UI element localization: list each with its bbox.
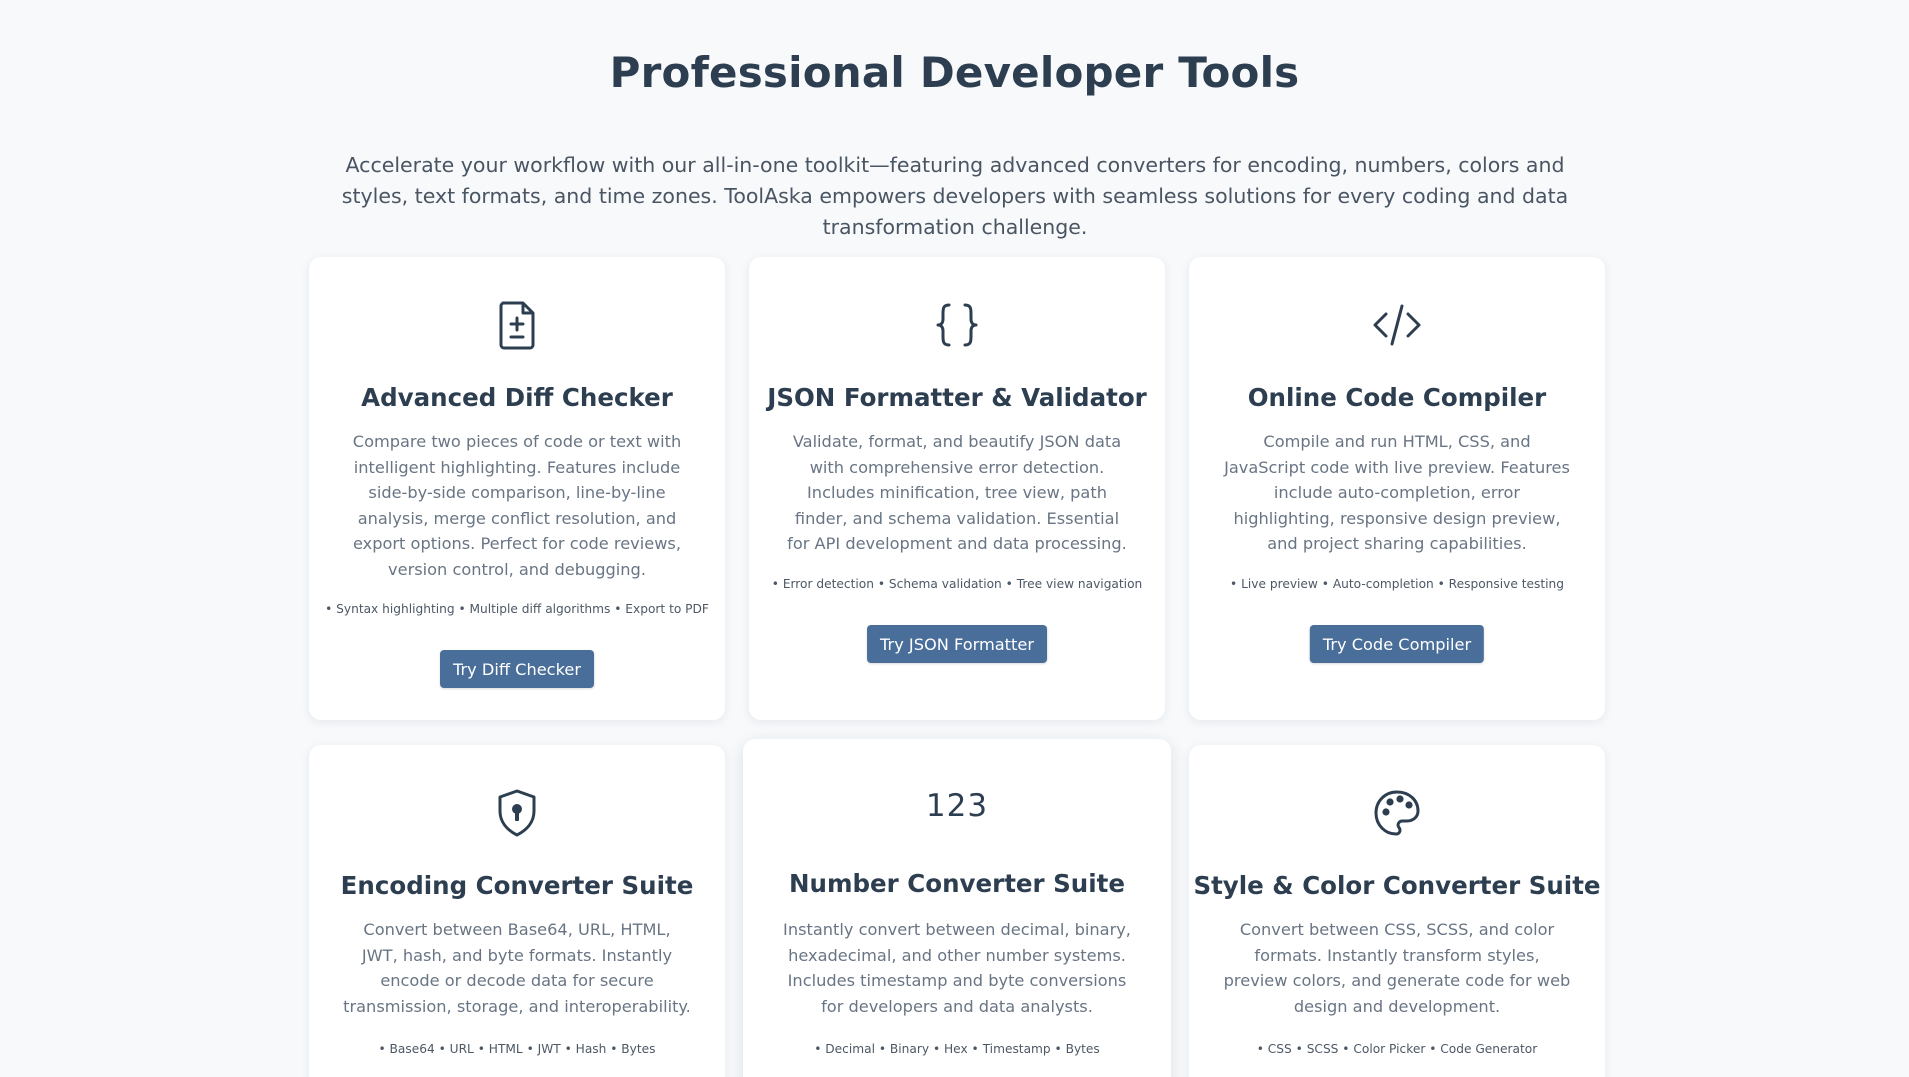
card-features: • Base64 • URL • HTML • JWT • Hash • Byt…: [378, 1042, 656, 1056]
card-description: Instantly convert between decimal, binar…: [783, 920, 1131, 1016]
card-features: • Live preview • Auto-completion • Respo…: [1230, 577, 1564, 591]
page-intro: Accelerate your workflow with our all-in…: [341, 153, 1569, 239]
card-description: Compare two pieces of code or text with …: [352, 432, 682, 579]
card-description: Convert between CSS, SCSS, and color for…: [1223, 920, 1571, 1016]
shield-keyhole-icon: [309, 786, 725, 840]
code-icon: [1189, 298, 1605, 352]
try-code-compiler-button[interactable]: Try Code Compiler: [1309, 625, 1485, 663]
card-title: Advanced Diff Checker: [361, 383, 673, 412]
file-diff-icon: [309, 298, 725, 352]
card-description: Convert between Base64, URL, HTML, JWT, …: [343, 920, 691, 1016]
card-style-color-converter: Style & Color Converter Suite Convert be…: [1189, 745, 1605, 1077]
card-code-compiler: Online Code Compiler Compile and run HTM…: [1189, 257, 1605, 720]
braces-icon: [749, 298, 1165, 352]
palette-icon: [1189, 786, 1605, 840]
card-title: Online Code Compiler: [1247, 383, 1547, 412]
page: Professional Developer Tools Accelerate …: [0, 0, 1909, 1077]
card-title: JSON Formatter & Validator: [767, 383, 1147, 412]
try-diff-checker-button[interactable]: Try Diff Checker: [440, 650, 594, 688]
card-features: • Decimal • Binary • Hex • Timestamp • B…: [814, 1042, 1100, 1056]
card-title: Style & Color Converter Suite: [1193, 871, 1601, 900]
page-title: Professional Developer Tools: [609, 48, 1300, 97]
card-diff-checker: Advanced Diff Checker Compare two pieces…: [309, 257, 725, 720]
card-features: • CSS • SCSS • Color Picker • Code Gener…: [1256, 1042, 1538, 1056]
card-description: Compile and run HTML, CSS, and JavaScrip…: [1224, 432, 1570, 554]
card-json-formatter: JSON Formatter & Validator Validate, for…: [749, 257, 1165, 720]
card-title: Number Converter Suite: [789, 869, 1125, 898]
card-encoding-converter: Encoding Converter Suite Convert between…: [309, 745, 725, 1077]
card-features: • Syntax highlighting • Multiple diff al…: [325, 602, 709, 616]
number-icon-text: 123: [925, 788, 989, 824]
card-description: Validate, format, and beautify JSON data…: [787, 432, 1127, 554]
card-title: Encoding Converter Suite: [340, 871, 694, 900]
number-icon: 123: [743, 788, 1171, 824]
card-number-converter: 123 Number Converter Suite Instantly con…: [743, 739, 1171, 1077]
try-json-formatter-button[interactable]: Try JSON Formatter: [867, 625, 1047, 663]
card-features: • Error detection • Schema validation • …: [771, 577, 1143, 591]
